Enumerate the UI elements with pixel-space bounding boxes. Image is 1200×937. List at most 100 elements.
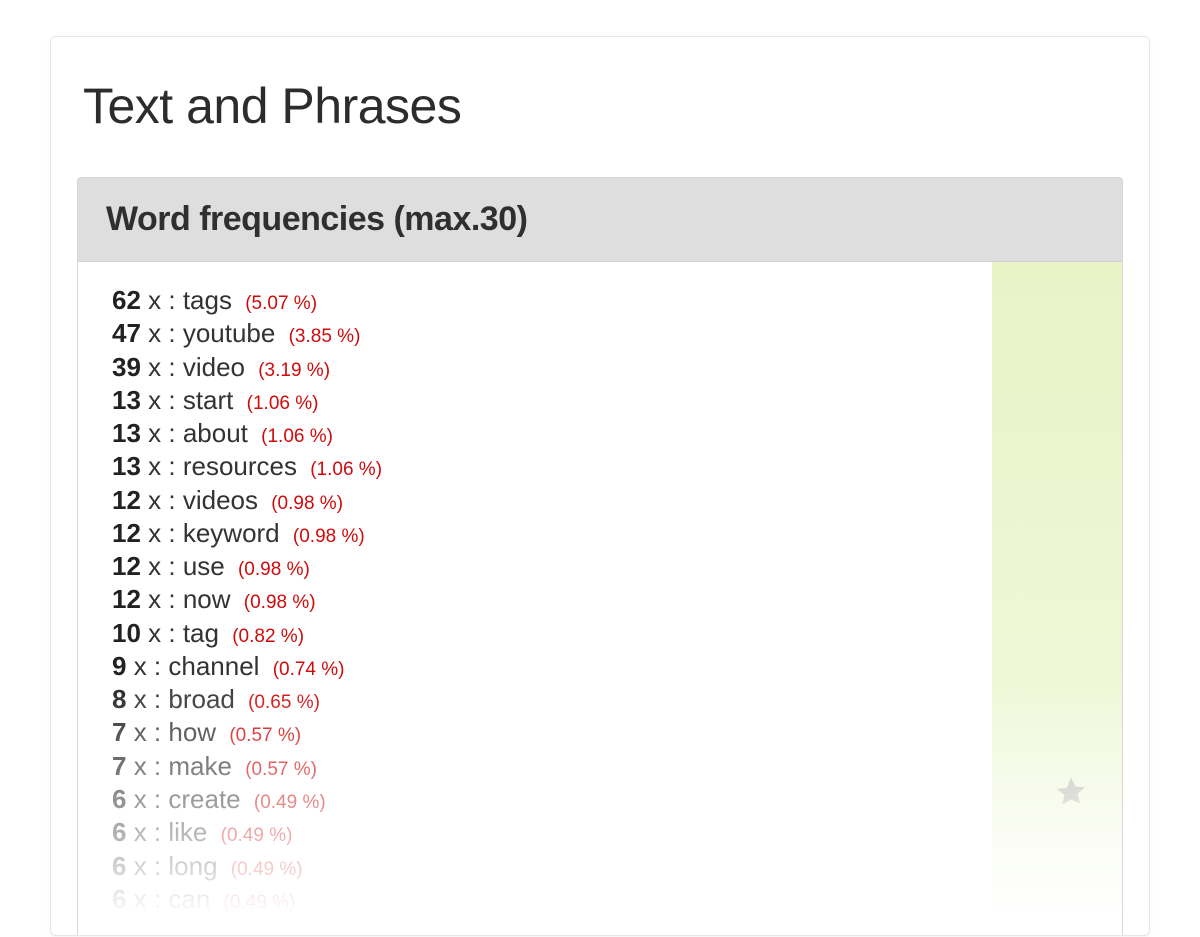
frequency-row: 39 x : video (3.19 %) [112,351,982,384]
frequency-row: 6 x : can (0.49 %) [112,883,982,916]
frequency-percent: (0.82 %) [232,626,304,647]
panel-body: 62 x : tags (5.07 %)47 x : youtube (3.85… [78,262,1122,936]
frequency-count: 7 [112,717,126,747]
frequency-percent: (0.57 %) [245,759,317,780]
frequency-percent: (5.07 %) [245,293,317,314]
frequency-separator: x : [141,551,183,581]
frequency-count: 13 [112,418,141,448]
frequency-count: 39 [112,352,141,382]
frequency-percent: (0.49 %) [231,859,303,880]
frequency-word: now [183,584,231,614]
frequency-count: 6 [112,884,126,914]
frequency-row: 62 x : tags (5.07 %) [112,284,982,317]
frequency-row: 8 x : broad (0.65 %) [112,683,982,716]
frequency-percent: (1.06 %) [247,393,319,414]
frequency-row: 13 x : about (1.06 %) [112,417,982,450]
frequency-count: 6 [112,851,126,881]
frequency-row: 13 x : resources (1.06 %) [112,450,982,483]
frequency-word: can [168,884,210,914]
frequency-percent: (0.98 %) [271,493,343,514]
frequency-count: 13 [112,451,141,481]
frequency-count: 12 [112,584,141,614]
frequency-separator: x : [141,584,183,614]
frequency-row: 9 x : channel (0.74 %) [112,650,982,683]
frequency-row: 10 x : tag (0.82 %) [112,617,982,650]
frequency-percent: (1.06 %) [261,426,333,447]
frequency-word: tag [183,618,219,648]
frequency-word: create [168,784,240,814]
frequency-count: 10 [112,618,141,648]
frequency-separator: x : [126,784,168,814]
frequency-list: 62 x : tags (5.07 %)47 x : youtube (3.85… [78,262,992,936]
frequency-separator: x : [126,684,168,714]
frequency-count: 12 [112,551,141,581]
frequency-percent: (1.06 %) [310,459,382,480]
frequency-percent: (3.19 %) [258,360,330,381]
panel-title: Word frequencies (max.30) [78,178,1122,262]
side-column [992,262,1122,936]
frequency-percent: (0.49 %) [221,825,293,846]
frequency-separator: x : [141,618,183,648]
frequency-row: 6 x : long (0.49 %) [112,850,982,883]
frequency-separator: x : [141,285,183,315]
frequency-separator: x : [141,518,183,548]
frequency-count: 7 [112,751,126,781]
frequency-word: like [168,817,207,847]
frequency-word: broad [168,684,235,714]
frequency-separator: x : [126,817,168,847]
frequency-row: 6 x : create (0.49 %) [112,783,982,816]
frequency-count: 62 [112,285,141,315]
frequency-count: 13 [112,385,141,415]
frequency-count: 9 [112,651,126,681]
frequency-percent: (0.98 %) [293,526,365,547]
frequency-count: 47 [112,318,141,348]
frequency-percent: (0.98 %) [238,559,310,580]
frequency-word: start [183,385,234,415]
frequency-word: about [183,418,248,448]
frequency-separator: x : [141,385,183,415]
frequency-separator: x : [126,717,168,747]
frequency-row: 47 x : youtube (3.85 %) [112,317,982,350]
frequency-separator: x : [126,751,168,781]
frequency-word: youtube [183,318,276,348]
frequency-percent: (0.57 %) [229,725,301,746]
frequency-count: 12 [112,518,141,548]
frequency-percent: (0.49 %) [224,892,296,913]
frequency-row: 7 x : make (0.57 %) [112,750,982,783]
frequency-word: tags [183,285,232,315]
frequency-row: 7 x : how (0.57 %) [112,716,982,749]
frequency-row: 13 x : start (1.06 %) [112,384,982,417]
frequency-separator: x : [141,352,183,382]
frequency-separator: x : [141,418,183,448]
frequency-count: 12 [112,485,141,515]
card: Text and Phrases Word frequencies (max.3… [50,36,1150,936]
frequency-row: 12 x : now (0.98 %) [112,583,982,616]
frequency-word: long [168,851,217,881]
frequency-separator: x : [126,884,168,914]
frequency-row: 12 x : videos (0.98 %) [112,484,982,517]
frequency-word: resources [183,451,297,481]
frequency-separator: x : [141,318,183,348]
frequency-row: 12 x : keyword (0.98 %) [112,517,982,550]
frequency-row: 6 x : like (0.49 %) [112,816,982,849]
frequency-separator: x : [126,851,168,881]
frequency-word: make [168,751,232,781]
frequency-word: keyword [183,518,280,548]
frequency-count: 6 [112,817,126,847]
frequency-separator: x : [141,451,183,481]
frequency-percent: (0.98 %) [244,592,316,613]
section-title: Text and Phrases [51,37,1149,155]
word-frequencies-panel: Word frequencies (max.30) 62 x : tags (5… [77,177,1123,936]
frequency-percent: (3.85 %) [289,326,361,347]
frequency-word: use [183,551,225,581]
frequency-word: video [183,352,245,382]
frequency-count: 6 [112,784,126,814]
frequency-percent: (0.65 %) [248,692,320,713]
frequency-separator: x : [141,485,183,515]
star-icon[interactable] [1054,774,1088,808]
frequency-percent: (0.74 %) [273,659,345,680]
frequency-separator: x : [126,651,168,681]
frequency-percent: (0.49 %) [254,792,326,813]
frequency-word: channel [168,651,259,681]
frequency-word: how [168,717,216,747]
